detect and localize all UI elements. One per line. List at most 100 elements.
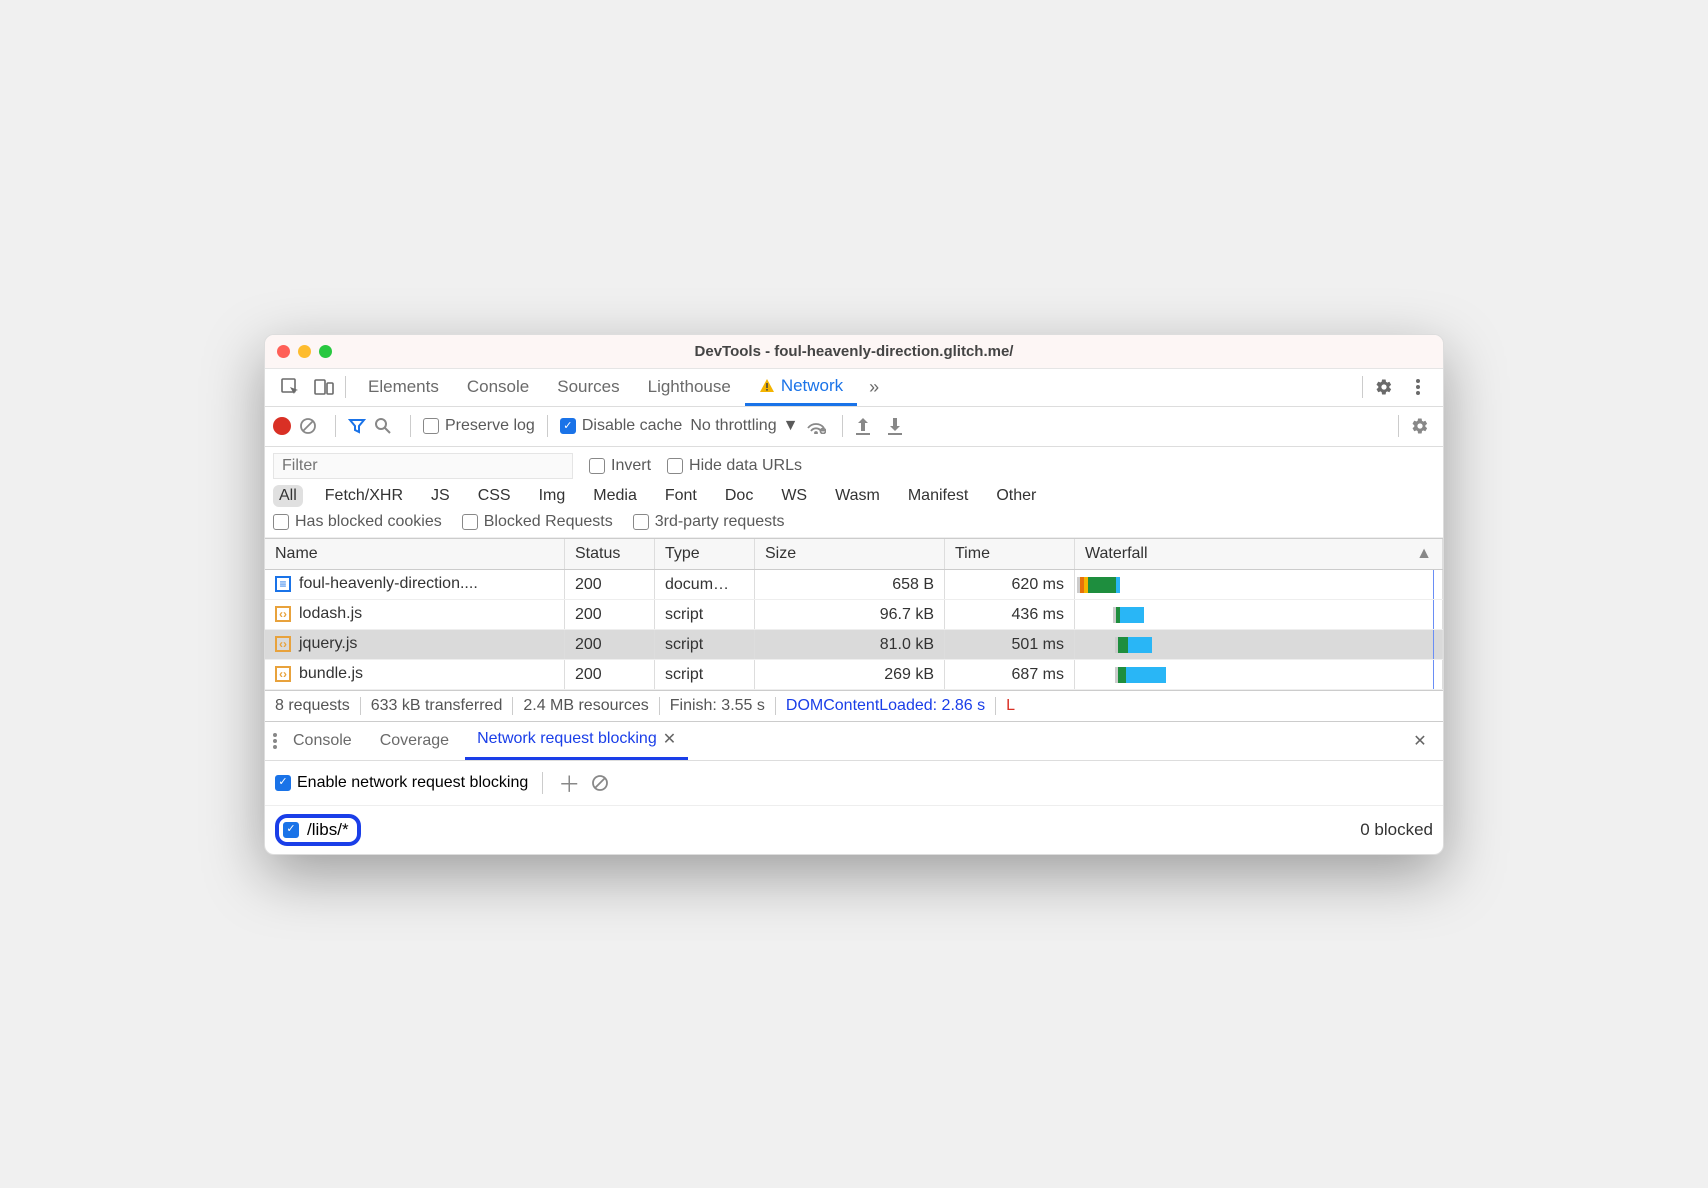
- blocked-requests-label: Blocked Requests: [484, 513, 613, 531]
- type-wasm[interactable]: Wasm: [829, 485, 886, 507]
- invert-checkbox[interactable]: [589, 458, 605, 474]
- divider: [1398, 415, 1399, 437]
- type-manifest[interactable]: Manifest: [902, 485, 974, 507]
- request-name: foul-heavenly-direction....: [299, 575, 478, 593]
- type-other[interactable]: Other: [990, 485, 1042, 507]
- type-css[interactable]: CSS: [472, 485, 517, 507]
- col-waterfall[interactable]: Waterfall ▲: [1075, 539, 1443, 569]
- type-font[interactable]: Font: [659, 485, 703, 507]
- tab-network-label: Network: [781, 376, 843, 396]
- pattern-list: ✓ /libs/* 0 blocked: [265, 806, 1443, 854]
- hide-data-urls-checkbox[interactable]: [667, 458, 683, 474]
- maximize-window-button[interactable]: [319, 345, 332, 358]
- invert-label: Invert: [611, 457, 651, 475]
- col-waterfall-label: Waterfall: [1085, 545, 1148, 562]
- close-tab-icon[interactable]: ✕: [663, 729, 676, 749]
- network-settings-icon[interactable]: [1411, 417, 1435, 435]
- request-name: jquery.js: [299, 635, 357, 653]
- hide-data-urls-label: Hide data URLs: [689, 457, 802, 475]
- tab-console[interactable]: Console: [453, 368, 543, 406]
- clear-button[interactable]: [299, 417, 323, 435]
- table-row[interactable]: ‹›jquery.js200script81.0 kB501 ms: [265, 630, 1443, 660]
- third-party-checkbox[interactable]: [633, 514, 649, 530]
- request-name: lodash.js: [299, 605, 362, 623]
- tab-sources[interactable]: Sources: [543, 368, 633, 406]
- enable-blocking-checkbox[interactable]: ✓: [275, 775, 291, 791]
- enable-blocking-toggle[interactable]: ✓ Enable network request blocking: [275, 774, 528, 792]
- type-filters: All Fetch/XHR JS CSS Img Media Font Doc …: [273, 485, 1435, 507]
- disable-cache-checkbox[interactable]: ✓: [560, 418, 576, 434]
- request-waterfall: [1075, 570, 1443, 599]
- type-js[interactable]: JS: [425, 485, 456, 507]
- device-toolbar-icon[interactable]: [307, 368, 341, 406]
- invert-toggle[interactable]: Invert: [589, 457, 651, 475]
- request-time: 687 ms: [945, 660, 1075, 689]
- type-ws[interactable]: WS: [775, 485, 813, 507]
- drawer-tab-network-request-blocking[interactable]: Network request blocking ✕: [465, 722, 688, 760]
- type-doc[interactable]: Doc: [719, 485, 759, 507]
- col-size[interactable]: Size: [755, 539, 945, 569]
- col-status[interactable]: Status: [565, 539, 655, 569]
- blocked-requests-toggle[interactable]: Blocked Requests: [462, 513, 613, 531]
- kebab-menu-icon[interactable]: [1401, 368, 1435, 406]
- type-all[interactable]: All: [273, 485, 303, 507]
- col-time[interactable]: Time: [945, 539, 1075, 569]
- has-blocked-cookies-toggle[interactable]: Has blocked cookies: [273, 513, 442, 531]
- request-status: 200: [565, 600, 655, 629]
- filter-input[interactable]: [273, 453, 573, 479]
- request-type: docum…: [655, 570, 755, 599]
- tab-elements[interactable]: Elements: [354, 368, 453, 406]
- settings-icon[interactable]: [1367, 368, 1401, 406]
- request-status: 200: [565, 660, 655, 689]
- divider: [542, 772, 543, 794]
- network-toolbar: Preserve log ✓ Disable cache No throttli…: [265, 407, 1443, 447]
- preserve-log-toggle[interactable]: Preserve log: [423, 417, 535, 435]
- col-name[interactable]: Name: [265, 539, 565, 569]
- third-party-toggle[interactable]: 3rd-party requests: [633, 513, 785, 531]
- preserve-log-checkbox[interactable]: [423, 418, 439, 434]
- summary-finish: Finish: 3.55 s: [660, 697, 776, 715]
- table-row[interactable]: ≡foul-heavenly-direction....200docum…658…: [265, 570, 1443, 600]
- filter-bar: Invert Hide data URLs All Fetch/XHR JS C…: [265, 447, 1443, 538]
- blocked-requests-checkbox[interactable]: [462, 514, 478, 530]
- record-button[interactable]: [273, 417, 291, 435]
- divider: [547, 415, 548, 437]
- inspect-element-icon[interactable]: [273, 368, 307, 406]
- download-har-icon[interactable]: [887, 417, 911, 435]
- third-party-label: 3rd-party requests: [655, 513, 785, 531]
- panel-tabs: Elements Console Sources Lighthouse Netw…: [354, 368, 857, 406]
- type-img[interactable]: Img: [533, 485, 572, 507]
- sort-ascending-icon: ▲: [1416, 545, 1432, 563]
- filter-icon[interactable]: [348, 417, 366, 435]
- search-icon[interactable]: [374, 417, 398, 435]
- pattern-checkbox[interactable]: ✓: [283, 822, 299, 838]
- minimize-window-button[interactable]: [298, 345, 311, 358]
- tab-network[interactable]: Network: [745, 368, 857, 406]
- type-media[interactable]: Media: [587, 485, 643, 507]
- pattern-item[interactable]: ✓ /libs/*: [275, 814, 361, 846]
- upload-har-icon[interactable]: [855, 417, 879, 435]
- drawer-tab-console[interactable]: Console: [281, 722, 364, 760]
- table-row[interactable]: ‹›lodash.js200script96.7 kB436 ms: [265, 600, 1443, 630]
- request-name: bundle.js: [299, 665, 363, 683]
- request-status: 200: [565, 630, 655, 659]
- close-drawer-icon[interactable]: ✕: [1405, 731, 1435, 751]
- has-blocked-cookies-checkbox[interactable]: [273, 514, 289, 530]
- more-tabs-button[interactable]: »: [857, 368, 891, 406]
- tab-lighthouse[interactable]: Lighthouse: [634, 368, 745, 406]
- network-conditions-icon[interactable]: [806, 418, 830, 434]
- disable-cache-toggle[interactable]: ✓ Disable cache: [560, 417, 683, 435]
- type-fetchxhr[interactable]: Fetch/XHR: [319, 485, 409, 507]
- table-row[interactable]: ‹›bundle.js200script269 kB687 ms: [265, 660, 1443, 690]
- close-window-button[interactable]: [277, 345, 290, 358]
- hide-data-urls-toggle[interactable]: Hide data URLs: [667, 457, 802, 475]
- col-type[interactable]: Type: [655, 539, 755, 569]
- throttling-select[interactable]: No throttling ▼: [690, 417, 798, 435]
- drawer-kebab-icon[interactable]: [273, 733, 277, 749]
- request-status: 200: [565, 570, 655, 599]
- js-file-icon: ‹›: [275, 666, 291, 682]
- drawer-tab-coverage[interactable]: Coverage: [368, 722, 461, 760]
- window-title: DevTools - foul-heavenly-direction.glitc…: [265, 343, 1443, 360]
- add-pattern-button[interactable]: ＋: [557, 767, 581, 799]
- remove-all-patterns-button[interactable]: [591, 774, 615, 792]
